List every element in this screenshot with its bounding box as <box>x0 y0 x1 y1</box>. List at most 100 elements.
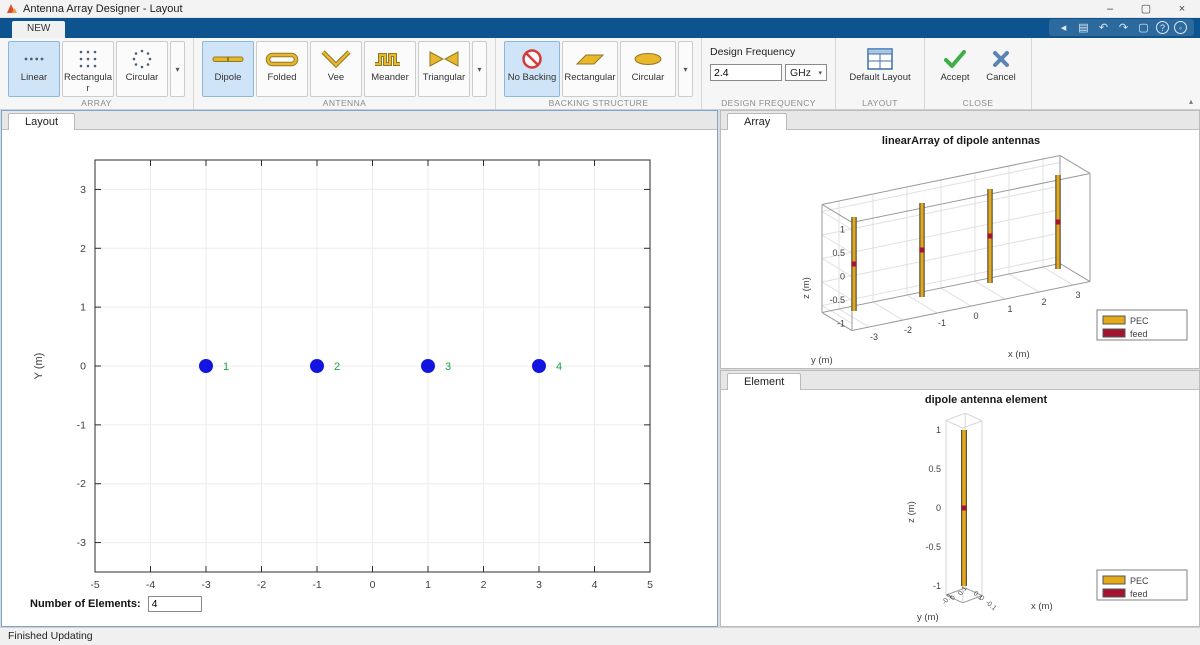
array-tab-bar: Array <box>721 111 1199 130</box>
rectangular-array-icon <box>76 45 100 72</box>
rectangular-backing-icon <box>572 45 608 72</box>
backing-rectangular-button[interactable]: Rectangular <box>562 41 618 97</box>
array-view-panel: Array -1-0.500.51-3-2-10123x (m)y (m)z (… <box>720 110 1200 369</box>
number-of-elements-input[interactable] <box>148 596 202 612</box>
array-linear-label: Linear <box>9 73 59 84</box>
tab-new[interactable]: NEW <box>12 21 65 38</box>
svg-text:0.5: 0.5 <box>928 464 941 474</box>
save-icon[interactable]: ▤ <box>1076 20 1091 35</box>
svg-text:-3: -3 <box>870 332 878 342</box>
app-icon <box>6 3 18 14</box>
backing-section-label: BACKING STRUCTURE <box>496 98 701 108</box>
svg-text:1: 1 <box>425 579 431 590</box>
design-frequency-input[interactable] <box>710 64 782 81</box>
svg-text:y (m): y (m) <box>917 612 939 623</box>
svg-text:z (m): z (m) <box>801 277 812 299</box>
svg-text:-4: -4 <box>146 579 155 590</box>
svg-text:-1: -1 <box>312 579 321 590</box>
antenna-folded-button[interactable]: Folded <box>256 41 308 97</box>
array-layout-plot[interactable]: -5-4-3-2-1012345-3-2-101231234Y (m) <box>2 130 717 590</box>
svg-text:-2: -2 <box>904 325 912 335</box>
element-3d-plot[interactable]: -1-0.500.510.10.100-0.1-0.1x (m)y (m)z (… <box>721 390 1199 626</box>
backing-circular-label: Circular <box>621 73 676 84</box>
svg-text:feed: feed <box>1130 589 1148 599</box>
frequency-unit-value: GHz <box>790 67 811 79</box>
tab-layout[interactable]: Layout <box>8 113 75 130</box>
meander-dipole-icon <box>372 45 408 72</box>
frequency-unit-select[interactable]: GHz ▾ <box>785 64 827 81</box>
default-layout-button[interactable]: Default Layout <box>844 41 916 97</box>
chevron-down-icon: ▾ <box>683 65 687 74</box>
ribbon-section-close: Accept Cancel CLOSE <box>925 38 1032 109</box>
default-layout-icon <box>867 45 893 72</box>
svg-text:x (m): x (m) <box>1031 601 1053 612</box>
svg-text:y (m): y (m) <box>811 355 833 366</box>
svg-text:1: 1 <box>223 361 229 373</box>
backing-none-button[interactable]: No Backing <box>504 41 560 97</box>
antenna-triangular-button[interactable]: Triangular <box>418 41 470 97</box>
maximize-button[interactable]: ▢ <box>1128 0 1164 18</box>
status-bar: Finished Updating <box>0 627 1200 645</box>
cancel-label: Cancel <box>976 73 1026 84</box>
status-text: Finished Updating <box>8 630 93 642</box>
triangular-bowtie-icon <box>426 45 462 72</box>
cancel-button[interactable]: Cancel <box>979 41 1023 97</box>
svg-text:3: 3 <box>80 184 86 196</box>
svg-text:PEC: PEC <box>1130 316 1149 326</box>
svg-text:dipole antenna element: dipole antenna element <box>925 394 1048 406</box>
circular-array-icon <box>130 45 154 72</box>
svg-text:-2: -2 <box>77 478 86 490</box>
no-backing-icon <box>519 45 545 72</box>
layout-plot-area: -5-4-3-2-1012345-3-2-101231234Y (m) Numb… <box>2 130 717 626</box>
svg-text:-0.5: -0.5 <box>925 542 941 552</box>
redo-icon[interactable]: ↷ <box>1116 20 1131 35</box>
antenna-dipole-button[interactable]: Dipole <box>202 41 254 97</box>
undo-icon[interactable]: ↶ <box>1096 20 1111 35</box>
svg-text:3: 3 <box>1075 290 1080 300</box>
svg-text:0: 0 <box>936 503 941 513</box>
tab-array[interactable]: Array <box>727 113 787 130</box>
ribbon: Linear Rectangular Circular ▾ ARRAY <box>0 38 1200 110</box>
accept-label: Accept <box>930 73 980 84</box>
antenna-vee-button[interactable]: Vee <box>310 41 362 97</box>
array-rectangular-button[interactable]: Rectangular <box>62 41 114 97</box>
svg-text:2: 2 <box>1041 297 1046 307</box>
svg-text:3: 3 <box>445 361 451 373</box>
resources-icon[interactable]: ◦ <box>1174 21 1187 34</box>
array-linear-button[interactable]: Linear <box>8 41 60 97</box>
array-circular-button[interactable]: Circular <box>116 41 168 97</box>
help-icon[interactable]: ? <box>1156 21 1169 34</box>
array-3d-plot[interactable]: -1-0.500.51-3-2-10123x (m)y (m)z (m)line… <box>721 130 1199 369</box>
antenna-array-designer-window: Antenna Array Designer - Layout – ▢ × NE… <box>0 0 1200 645</box>
svg-text:1: 1 <box>80 302 86 314</box>
antenna-section-label: ANTENNA <box>194 98 495 108</box>
svg-text:0: 0 <box>80 361 86 373</box>
svg-text:2: 2 <box>334 361 340 373</box>
close-section-label: CLOSE <box>925 98 1031 108</box>
ribbon-section-layout: Default Layout LAYOUT <box>836 38 925 109</box>
tab-element[interactable]: Element <box>727 373 801 390</box>
accept-button[interactable]: Accept <box>933 41 977 97</box>
chevron-down-icon: ▾ <box>175 65 179 74</box>
window-icon[interactable]: ▢ <box>1136 20 1151 35</box>
antenna-folded-label: Folded <box>257 73 307 84</box>
minimize-button[interactable]: – <box>1092 0 1128 18</box>
array-rectangular-label: Rectangular <box>63 73 113 94</box>
antenna-dipole-label: Dipole <box>203 73 253 84</box>
dipole-icon <box>210 45 246 72</box>
antenna-vee-label: Vee <box>311 73 361 84</box>
window-title: Antenna Array Designer - Layout <box>23 3 183 15</box>
collapse-ribbon-icon[interactable]: ▴ <box>1189 97 1193 106</box>
backing-gallery-dropdown[interactable]: ▾ <box>678 41 693 97</box>
svg-text:-1: -1 <box>77 419 86 431</box>
array-gallery-dropdown[interactable]: ▾ <box>170 41 185 97</box>
close-button[interactable]: × <box>1164 0 1200 18</box>
svg-text:1: 1 <box>840 225 845 235</box>
antenna-meander-button[interactable]: Meander <box>364 41 416 97</box>
backing-circular-button[interactable]: Circular <box>620 41 676 97</box>
svg-text:-0.1: -0.1 <box>984 599 998 612</box>
antenna-gallery-dropdown[interactable]: ▾ <box>472 41 487 97</box>
dock-icon[interactable]: ◂ <box>1056 20 1071 35</box>
layout-tab-bar: Layout <box>2 111 717 130</box>
folded-dipole-icon <box>264 45 300 72</box>
